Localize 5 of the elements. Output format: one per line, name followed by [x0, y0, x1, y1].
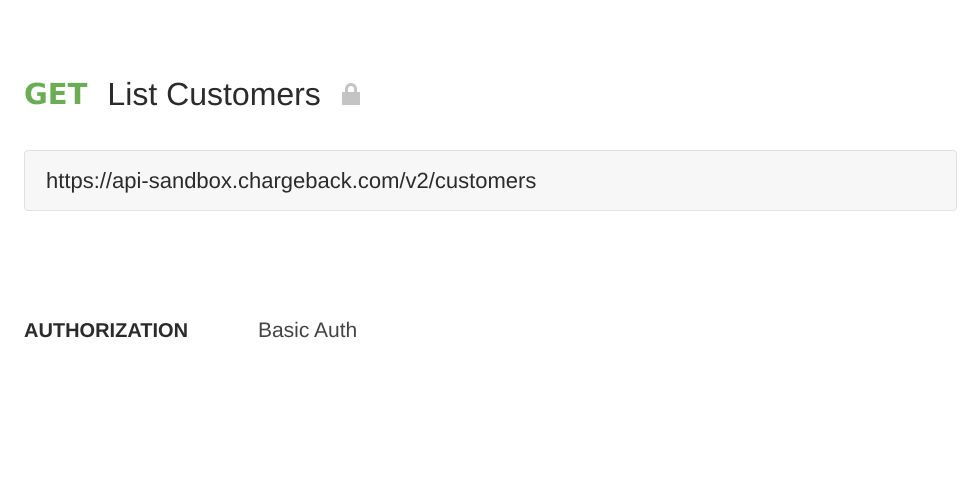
- http-method: GET: [24, 77, 88, 111]
- authorization-value: Basic Auth: [258, 319, 358, 343]
- request-title: List Customers: [107, 76, 321, 112]
- authorization-label: AUTHORIZATION: [24, 320, 190, 342]
- url-field[interactable]: https://api-sandbox.chargeback.com/v2/customers: [24, 150, 957, 211]
